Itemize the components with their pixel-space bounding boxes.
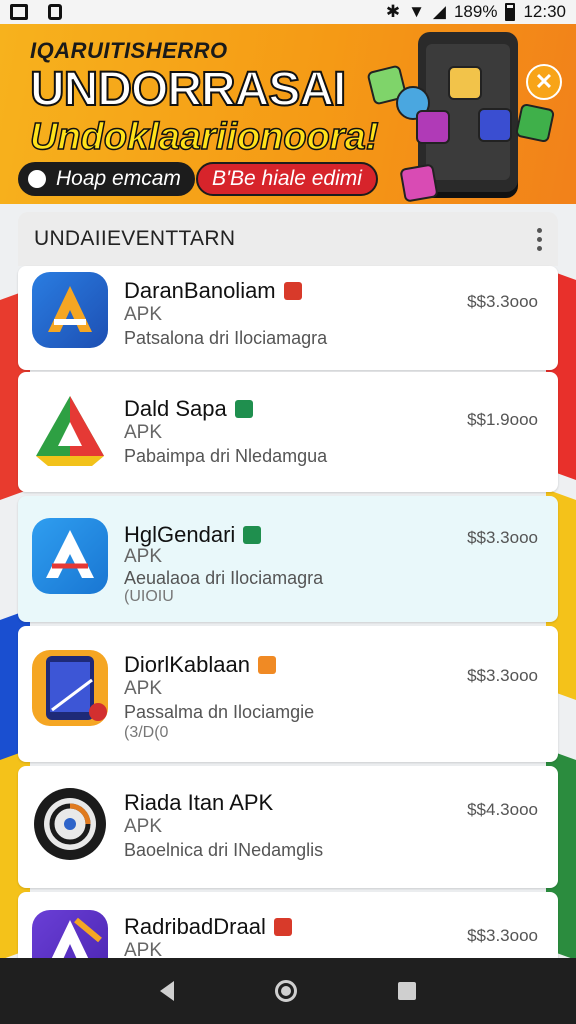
list-item-selected[interactable]: HglGendari APK Aeualaoa dri Ilociamagra … <box>18 496 558 622</box>
app-tile-icon <box>399 163 439 203</box>
close-icon[interactable]: ✕ <box>526 64 562 100</box>
banner-primary-label: Hoap emcam <box>56 167 181 190</box>
banner-primary-button[interactable]: Hoap emcam <box>18 162 195 196</box>
banner-secondary-button[interactable]: B'Be hiale edimi <box>196 162 378 196</box>
app-icon <box>32 650 108 726</box>
recents-icon[interactable] <box>397 982 416 1000</box>
app-icon <box>32 518 108 594</box>
battery-icon <box>505 3 516 21</box>
banner-headline: UNDORRASAI <box>29 62 347 117</box>
list-item[interactable]: Riada Itan APK APK Baoelnica dri INedamg… <box>18 766 558 888</box>
banner-supertitle: IQARUITISHERRO <box>30 38 228 63</box>
promo-banner[interactable]: IQARUITISHERRO UNDORRASAI Undoklaariiono… <box>0 24 576 204</box>
app-name: DaranBanoliam <box>124 278 276 303</box>
badge-icon <box>283 282 302 300</box>
app-name: RadribadDraal <box>124 914 266 939</box>
app-tile-icon <box>448 66 482 100</box>
clock: 12:30 <box>523 2 566 21</box>
app-description: Patsalona dri Ilociamagra <box>124 328 328 348</box>
app-type: APK <box>124 816 163 837</box>
app-name: DiorlKablaan <box>124 652 250 677</box>
status-bar: ✱ ▼ ◢ 189% 12:30 <box>0 0 576 24</box>
app-type: APK <box>124 678 163 699</box>
signal-icon: ◢ <box>432 2 446 21</box>
app-name: Dald Sapa <box>124 396 227 421</box>
app-tile-icon <box>514 102 556 144</box>
app-description: Pabaimpa dri Nledamgua <box>124 446 328 466</box>
back-icon[interactable] <box>160 981 175 1001</box>
list-item[interactable]: Dald Sapa APK Pabaimpa dri Nledamgua $$1… <box>18 372 558 492</box>
wifi-icon: ▼ <box>408 2 425 21</box>
app-type: APK <box>124 304 163 325</box>
app-tile-icon <box>416 110 450 144</box>
app-extra-info: (UIOIU <box>124 588 174 605</box>
list-header: UNDAIIEVENTTARN <box>18 212 558 266</box>
banner-subheadline: Undoklaariionoora! <box>29 115 379 159</box>
battery-text: 189% <box>453 2 498 21</box>
banner-secondary-label: B'Be hiale edimi <box>212 167 362 190</box>
system-nav-bar <box>0 958 576 1024</box>
app-price: $$3.3ooo <box>467 666 538 685</box>
list-item[interactable]: DiorlKablaan APK Passalma dn Ilociamgie … <box>18 626 558 762</box>
app-description: Passalma dn Ilociamgie <box>124 702 315 722</box>
app-price: $$3.3ooo <box>467 528 538 547</box>
list-item[interactable]: DaranBanoliam APK Patsalona dri Ilociama… <box>18 266 558 370</box>
app-icon <box>32 272 108 348</box>
app-icon <box>32 786 108 862</box>
app-type: APK <box>124 546 163 567</box>
app-extra-info: (3/D(0 <box>124 724 169 741</box>
app-type: APK <box>124 422 163 443</box>
badge-icon <box>257 656 276 674</box>
list-item[interactable]: RadribadDraal APK $$3.3ooo <box>18 892 558 986</box>
more-options-icon[interactable] <box>537 227 542 251</box>
notification-icon <box>10 4 28 20</box>
app-price: $$3.3ooo <box>467 926 538 945</box>
app-price: $$1.9ooo <box>467 410 538 429</box>
app-price: $$4.3ooo <box>467 800 538 819</box>
app-price: $$3.3ooo <box>467 292 538 311</box>
home-icon[interactable] <box>274 980 297 1002</box>
app-description: Baoelnica dri INedamglis <box>124 840 324 860</box>
app-name: HglGendari <box>124 522 236 547</box>
app-name: Riada Itan APK <box>124 790 274 815</box>
record-icon <box>28 170 46 188</box>
app-icon <box>32 392 108 468</box>
list-title: UNDAIIEVENTTARN <box>34 227 236 250</box>
app-description: Aeualaoa dri Ilociamagra <box>124 568 324 588</box>
badge-icon <box>234 400 253 418</box>
app-tile-icon <box>478 108 512 142</box>
bluetooth-icon: ✱ <box>385 2 401 21</box>
app-notification-icon <box>48 4 62 20</box>
badge-icon <box>273 918 292 936</box>
badge-icon <box>243 526 262 544</box>
